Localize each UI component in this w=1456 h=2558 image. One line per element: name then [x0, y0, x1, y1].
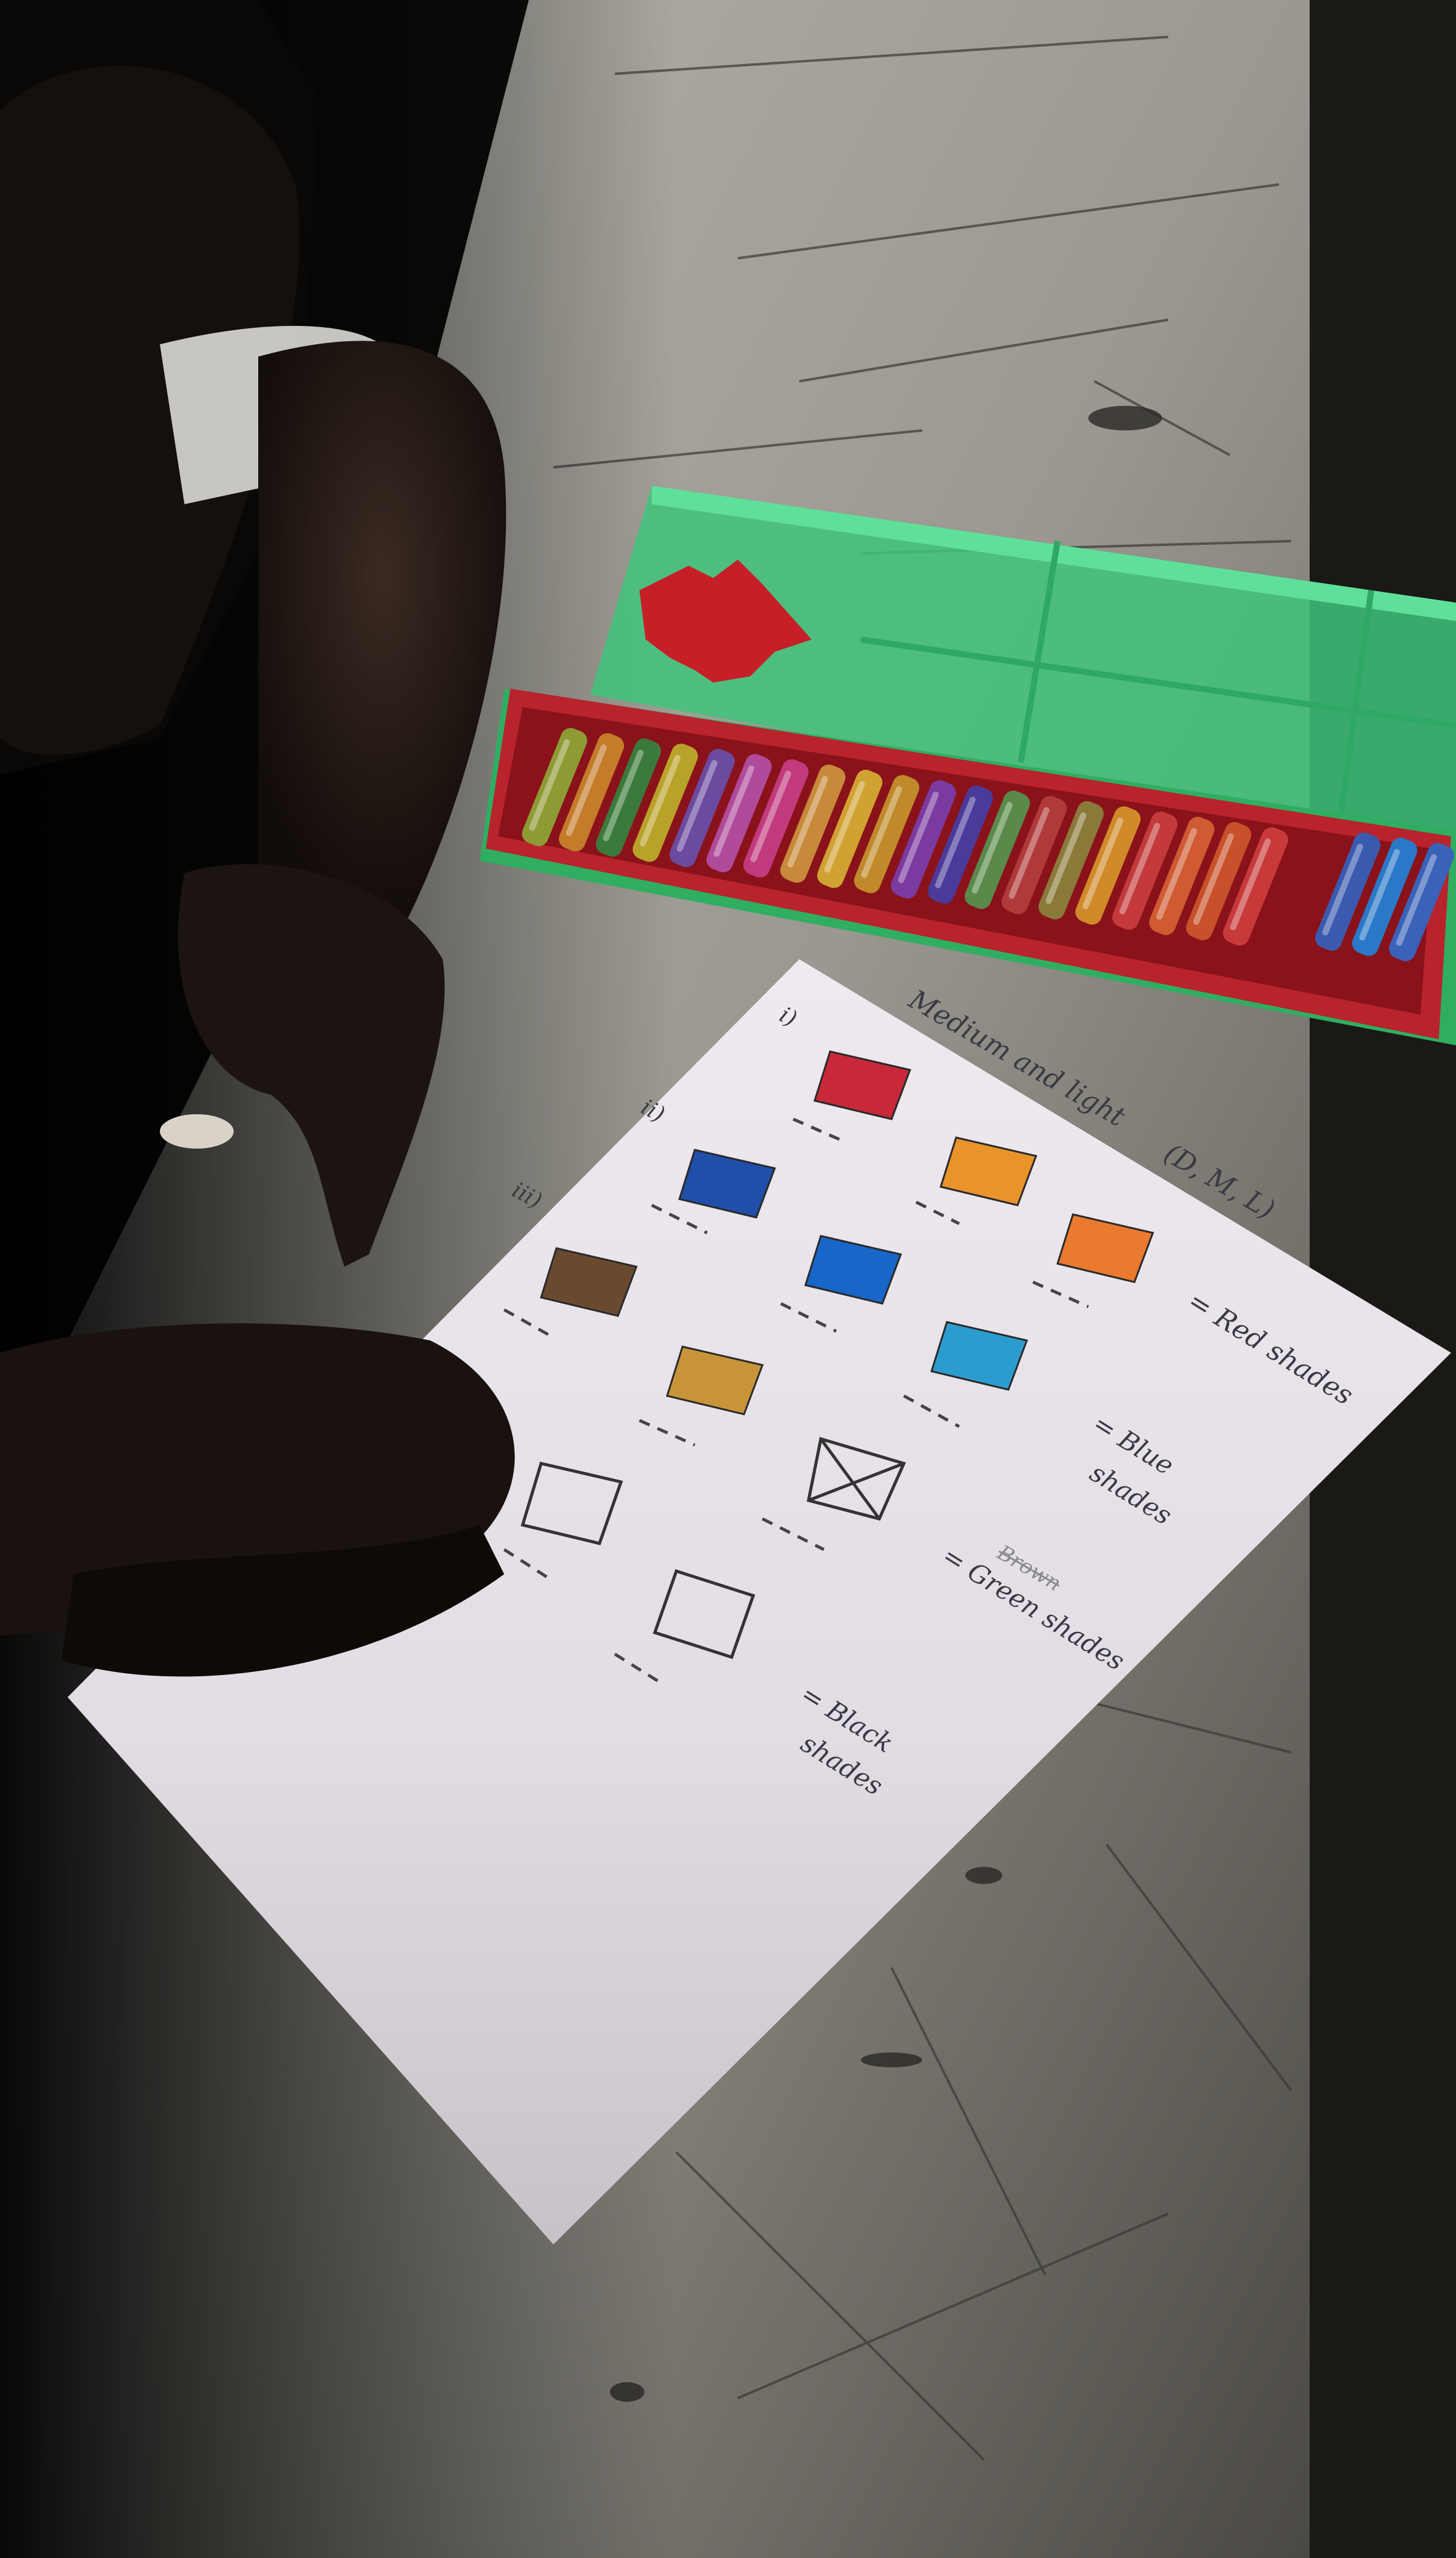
photo-scene: i) ii) iii) Medium and light (D, M, L) =…: [0, 0, 1456, 2558]
scene-graphics: [0, 0, 1456, 2558]
